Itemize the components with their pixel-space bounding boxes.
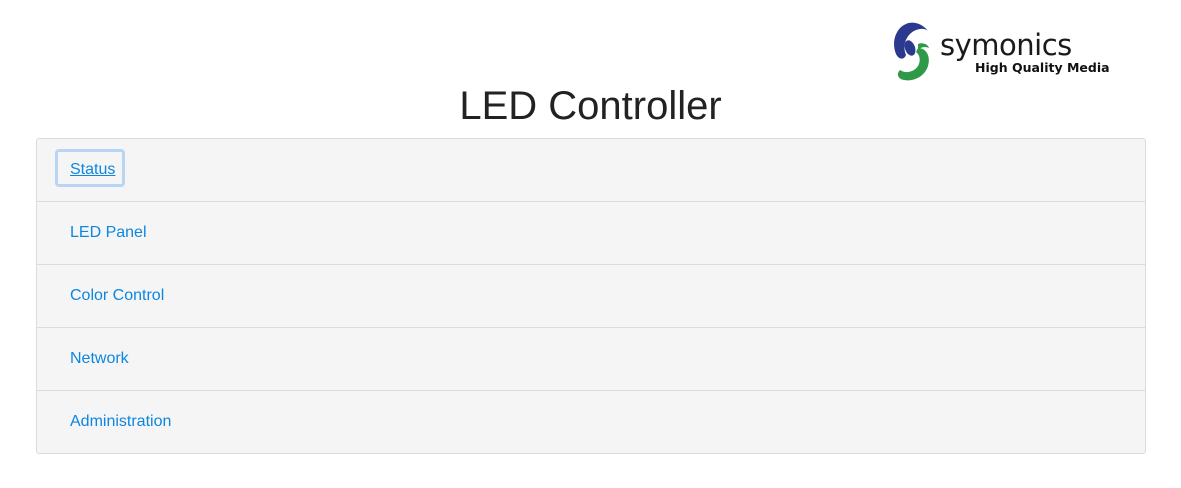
nav-link-color-control[interactable]: Color Control [70,286,164,306]
brand-tagline: High Quality Media [975,60,1110,75]
nav-link-led-panel[interactable]: LED Panel [70,223,147,243]
symonics-logo-icon [894,22,929,81]
page-title: LED Controller [459,84,722,128]
nav-item-led-panel: LED Panel [37,202,1145,265]
nav-link-administration[interactable]: Administration [70,412,171,432]
nav-item-administration: Administration [37,391,1145,453]
nav-item-color-control: Color Control [37,265,1145,328]
nav-item-network: Network [37,328,1145,391]
nav-item-status: Status [37,139,1145,202]
main-nav-list: Status LED Panel Color Control Network A… [36,138,1146,454]
nav-link-status[interactable]: Status [70,160,115,180]
brand-logo: symonics High Quality Media [892,22,1122,84]
nav-link-network[interactable]: Network [70,349,129,369]
brand-name: symonics [940,28,1072,62]
